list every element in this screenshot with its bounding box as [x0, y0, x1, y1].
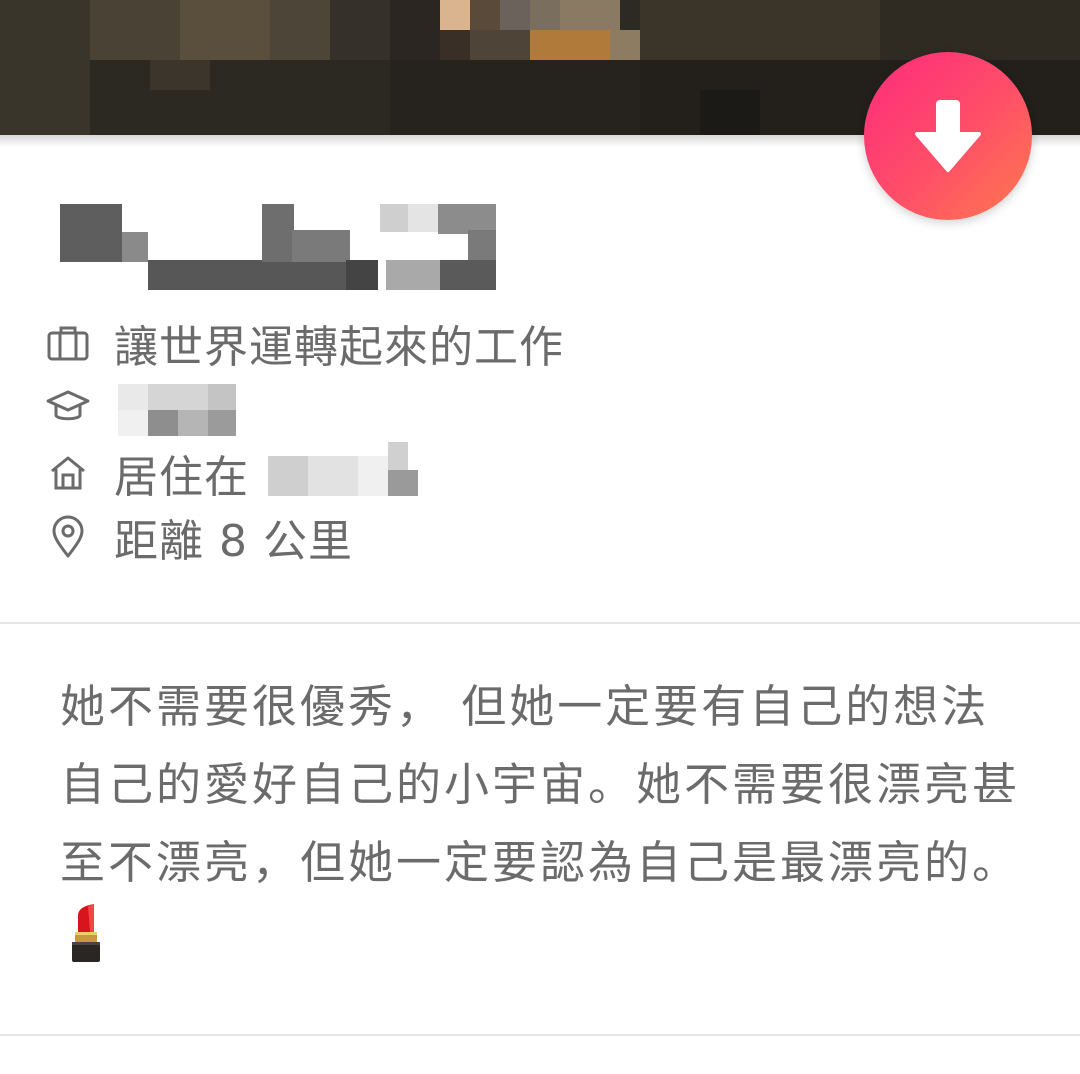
profile-name	[56, 200, 506, 292]
lipstick-icon	[66, 902, 106, 988]
bio-text: 她不需要很優秀， 但她一定要有自己的想法自己的愛好自己的小宇宙。她不需要很漂亮甚…	[60, 680, 1021, 889]
arrow-down-icon	[915, 100, 981, 172]
home-icon	[44, 449, 92, 497]
distance-text: 距離 8 公里	[114, 516, 353, 567]
job-text: 讓世界運轉起來的工作	[114, 322, 564, 373]
info-row-job: 讓世界運轉起來的工作	[44, 312, 564, 374]
school-redacted	[118, 384, 238, 436]
graduation-cap-icon	[44, 383, 92, 431]
divider-bottom	[0, 1034, 1080, 1036]
location-redacted	[268, 442, 418, 498]
briefcase-icon	[44, 319, 92, 367]
collapse-profile-button[interactable]	[864, 52, 1032, 220]
info-row-distance: 距離 8 公里	[44, 506, 353, 568]
divider-top	[0, 622, 1080, 624]
info-row-school	[44, 376, 114, 438]
location-pin-icon	[44, 513, 92, 561]
profile-card: 讓世界運轉起來的工作 居住在 距離 8 公里 她不需要很優秀， 但她一定要有自己…	[0, 0, 1080, 1074]
living-in-text: 居住在	[114, 452, 249, 503]
bio-text-block: 她不需要很優秀， 但她一定要有自己的想法自己的愛好自己的小宇宙。她不需要很漂亮甚…	[60, 668, 1020, 988]
info-row-home: 居住在	[44, 442, 249, 504]
